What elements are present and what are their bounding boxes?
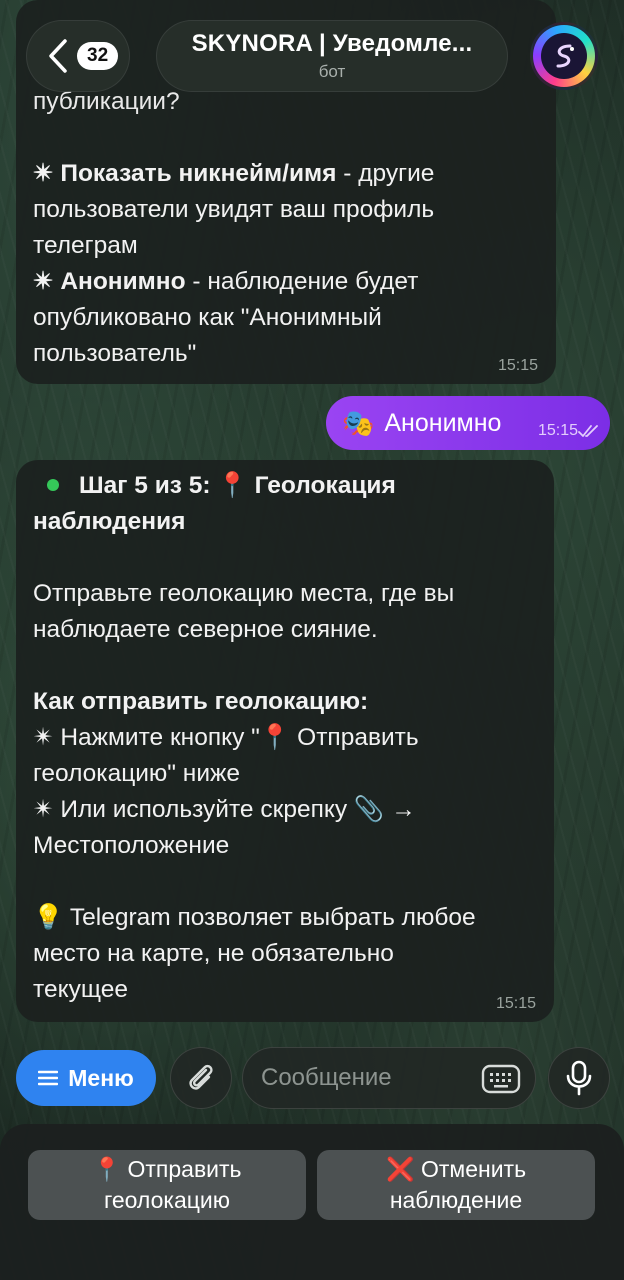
- menu-button[interactable]: Меню: [16, 1050, 156, 1106]
- outgoing-text: Анонимно: [384, 408, 502, 437]
- option-label: ✴ Показать никнейм/имя: [33, 160, 337, 187]
- outgoing-message: 🎭 Анонимно 15:15: [326, 396, 610, 450]
- button-label: наблюдение: [389, 1187, 523, 1213]
- chat-title: SKYNORA | Уведомле...: [191, 30, 473, 57]
- message-time: 15:15: [495, 995, 536, 1012]
- avatar[interactable]: [530, 22, 598, 90]
- option-desc: - другие: [336, 160, 435, 187]
- send-location-button[interactable]: 📍 Отправить геолокацию: [28, 1150, 306, 1220]
- voice-button[interactable]: [548, 1047, 610, 1109]
- message-line: место на карте, не обязательно: [33, 940, 394, 967]
- message-time: 15:15: [497, 357, 538, 374]
- message-line: опубликовано как "Анонимный: [33, 304, 382, 331]
- incoming-message: Шаг 5 из 5: 📍 Геолокация наблюдения Отпр…: [16, 460, 554, 1022]
- mask-emoji: 🎭: [342, 407, 375, 438]
- microphone-icon: [566, 1060, 592, 1096]
- message-line: Местоположение: [33, 832, 230, 859]
- status-dot: [47, 479, 59, 492]
- message-input-field[interactable]: [242, 1047, 536, 1109]
- button-label: 📍 Отправить: [92, 1156, 242, 1182]
- message-line: ✴ Нажмите кнопку "📍 Отправить: [33, 724, 419, 751]
- unread-count-badge: 32: [77, 42, 119, 70]
- back-button[interactable]: 32: [26, 20, 130, 92]
- message-input[interactable]: [261, 1064, 461, 1092]
- step-title-cont: наблюдения: [33, 508, 186, 535]
- chat-title-bar[interactable]: SKYNORA | Уведомле... бот: [156, 20, 508, 92]
- message-line: ✴ Или используйте скрепку 📎 →: [33, 796, 416, 823]
- button-label: геолокацию: [103, 1187, 231, 1213]
- menu-label: Меню: [68, 1064, 134, 1091]
- bot-avatar-icon: [541, 33, 587, 79]
- attach-button[interactable]: [170, 1047, 232, 1109]
- message-line: текущее: [33, 976, 128, 1003]
- paperclip-icon: [189, 1064, 213, 1090]
- message-line: телеграм: [33, 232, 138, 259]
- message-line: геолокацию" ниже: [33, 760, 241, 787]
- menu-icon: [38, 1070, 59, 1086]
- option-desc: - наблюдение будет: [185, 268, 419, 295]
- message-line: наблюдаете северное сияние.: [33, 616, 378, 643]
- double-check-icon: [578, 425, 598, 437]
- bot-keyboard: 📍 Отправить геолокацию ❌ Отменить наблюд…: [0, 1124, 624, 1280]
- message-time: 15:15: [537, 422, 578, 439]
- step-title: Шаг 5 из 5: 📍 Геолокация: [79, 472, 396, 499]
- cancel-observation-button[interactable]: ❌ Отменить наблюдение: [317, 1150, 595, 1220]
- message-line: пользователи увидят ваш профиль: [33, 196, 435, 223]
- message-line: пользователь": [33, 340, 197, 367]
- option-label: ✴ Анонимно: [33, 268, 186, 295]
- button-label: ❌ Отменить: [385, 1156, 527, 1182]
- message-line: Отправьте геолокацию места, где вы: [33, 580, 455, 607]
- keyboard-icon[interactable]: [481, 1064, 521, 1094]
- chat-subtitle: бот: [318, 62, 346, 81]
- message-line: 💡 Telegram позволяет выбрать любое: [33, 904, 476, 931]
- back-chevron-icon: [49, 39, 67, 73]
- how-to-title: Как отправить геолокацию:: [33, 688, 369, 715]
